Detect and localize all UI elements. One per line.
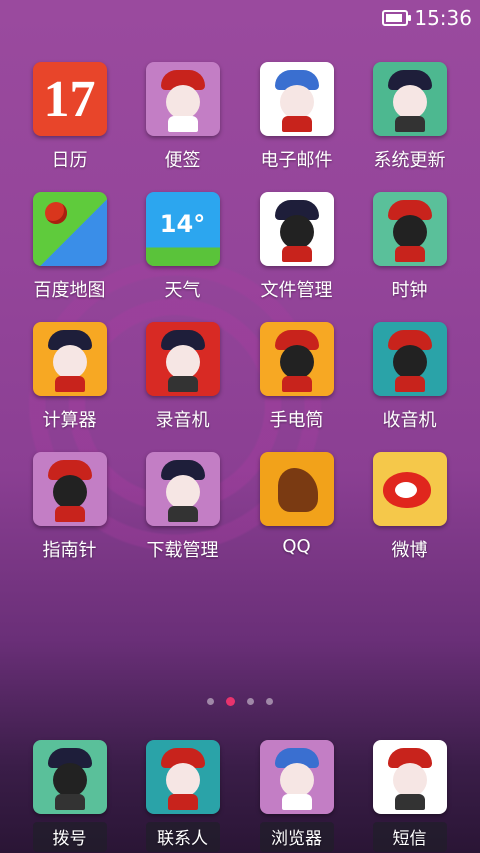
app-email[interactable]: 电子邮件 <box>240 58 353 178</box>
status-bar: 15:36 <box>0 0 480 36</box>
opera-character-icon <box>372 740 447 814</box>
opera-character-icon <box>32 322 107 396</box>
app-flashlight[interactable]: 手电筒 <box>240 318 353 438</box>
app-notes[interactable]: 便签 <box>126 58 239 178</box>
opera-character-icon <box>145 62 220 136</box>
dock-contacts[interactable]: 联系人 <box>126 736 239 852</box>
app-file-manager[interactable]: 文件管理 <box>240 188 353 308</box>
dock-label: 联系人 <box>145 822 220 852</box>
app-weather[interactable]: 14° 天气 <box>126 188 239 308</box>
app-calendar[interactable]: 17 日历 <box>13 58 126 178</box>
opera-character-icon <box>259 322 334 396</box>
app-clock[interactable]: 时钟 <box>353 188 466 308</box>
dock-messages[interactable]: 短信 <box>353 736 466 852</box>
app-label: 日历 <box>51 150 88 171</box>
opera-character-icon <box>259 192 334 266</box>
page-dot-active[interactable] <box>226 697 235 706</box>
app-label: 文件管理 <box>260 280 333 301</box>
app-label: QQ <box>282 536 311 557</box>
opera-character-icon <box>145 322 220 396</box>
dock-dialer[interactable]: 拨号 <box>13 736 126 852</box>
opera-character-icon <box>372 62 447 136</box>
app-download-manager[interactable]: 下载管理 <box>126 448 239 568</box>
battery-icon <box>382 10 412 26</box>
app-label: 手电筒 <box>269 410 324 431</box>
page-dot[interactable] <box>207 698 214 705</box>
app-label: 天气 <box>164 280 201 301</box>
app-label: 微博 <box>391 540 428 561</box>
qq-horse-rider-icon <box>259 452 334 526</box>
opera-character-icon <box>259 62 334 136</box>
opera-character-icon <box>145 452 220 526</box>
dock: 拨号 联系人 浏览器 短信 <box>13 736 467 852</box>
app-weibo[interactable]: 微博 <box>353 448 466 568</box>
opera-character-icon <box>259 740 334 814</box>
calendar-icon: 17 <box>32 62 107 136</box>
page-indicator[interactable] <box>0 697 480 706</box>
dock-browser[interactable]: 浏览器 <box>240 736 353 852</box>
app-label: 电子邮件 <box>260 150 333 171</box>
app-recorder[interactable]: 录音机 <box>126 318 239 438</box>
app-label: 指南针 <box>42 540 97 561</box>
app-baidu-map[interactable]: 百度地图 <box>13 188 126 308</box>
app-label: 录音机 <box>155 410 210 431</box>
app-qq[interactable]: QQ <box>240 448 353 568</box>
app-label: 计算器 <box>42 410 97 431</box>
opera-character-icon <box>145 740 220 814</box>
app-system-update[interactable]: 系统更新 <box>353 58 466 178</box>
app-label: 下载管理 <box>146 540 219 561</box>
app-label: 时钟 <box>391 280 428 301</box>
app-calculator[interactable]: 计算器 <box>13 318 126 438</box>
page-dot[interactable] <box>266 698 273 705</box>
page-dot[interactable] <box>247 698 254 705</box>
app-label: 收音机 <box>382 410 437 431</box>
weibo-icon <box>372 452 447 526</box>
weather-icon: 14° <box>145 192 220 266</box>
status-time: 15:36 <box>414 6 472 30</box>
app-label: 便签 <box>164 150 201 171</box>
dock-label: 拨号 <box>32 822 107 852</box>
app-compass[interactable]: 指南针 <box>13 448 126 568</box>
map-icon <box>32 192 107 266</box>
app-radio[interactable]: 收音机 <box>353 318 466 438</box>
opera-character-icon <box>32 740 107 814</box>
opera-character-icon <box>372 322 447 396</box>
app-label: 系统更新 <box>373 150 446 171</box>
opera-character-icon <box>32 452 107 526</box>
dock-label: 浏览器 <box>259 822 334 852</box>
opera-character-icon <box>372 192 447 266</box>
dock-label: 短信 <box>372 822 447 852</box>
app-label: 百度地图 <box>33 280 106 301</box>
